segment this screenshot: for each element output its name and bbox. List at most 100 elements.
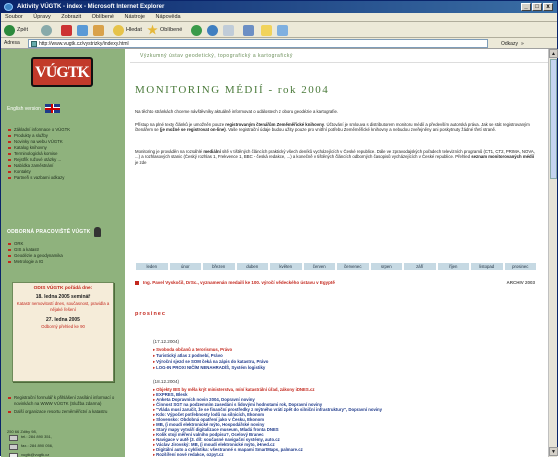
forward-arrow-icon (41, 24, 52, 36)
vertical-scrollbar[interactable]: ▲ ▼ (548, 49, 558, 457)
discuss-icon (277, 24, 288, 36)
main-content: Výzkumný ústav geodetický, topografický … (125, 49, 548, 457)
left-sidebar: VÚGTK English version Základní informace… (1, 49, 125, 457)
print-icon (243, 24, 254, 36)
month-tab[interactable]: červen (302, 262, 336, 271)
month-tab[interactable]: leden (135, 262, 169, 271)
media-icon (191, 24, 202, 36)
intro-paragraph: Na těchto stránkách chceme návštěvníky a… (135, 109, 339, 114)
featured-link[interactable]: Ing. Pavel Vyskočil, DrSc., vyznamenán m… (143, 280, 335, 285)
edit-button[interactable] (261, 24, 274, 36)
nav-item[interactable]: Registrační formulář k přihlášení zasílá… (7, 395, 119, 406)
scroll-down-icon[interactable]: ▼ (549, 447, 558, 456)
media-list-link[interactable]: seznam monitorovaných médií (471, 154, 534, 159)
mail-icon (9, 453, 18, 457)
events-heading: ODIS VÚGTK pořádá dne: (33, 286, 93, 291)
browser-window: Aktivity VÚGTK - index - Microsoft Inter… (0, 0, 558, 457)
phone-row: tel.: 284 890 351, (7, 434, 119, 443)
menu-oblibene[interactable]: Oblíbené (92, 14, 114, 20)
month-tab[interactable]: říjen (436, 262, 470, 271)
month-tabs: leden únor březen duben květen červen če… (135, 262, 537, 271)
nav-item[interactable]: Další organizace resortu zeměměřictví a … (7, 409, 119, 415)
month-tab[interactable]: únor (168, 262, 202, 271)
nav-item[interactable]: Metrologie a IG (7, 259, 119, 265)
event-date: 18. ledna 2005 seminář (35, 294, 91, 300)
menu-zobrazit[interactable]: Zobrazit (61, 14, 81, 20)
refresh-button[interactable] (77, 24, 90, 36)
back-button[interactable]: Zpět (4, 24, 28, 36)
group-date: (17.12.2004) (153, 339, 180, 344)
scroll-thumb[interactable] (550, 59, 557, 179)
address-url: http://www.vugtk.cz/vystrizky/indexy.htm… (39, 41, 129, 47)
menu-nastroje[interactable]: Nástroje (125, 14, 145, 20)
month-tab[interactable]: březen (202, 262, 236, 271)
history-button[interactable] (207, 24, 220, 36)
mail-icon (223, 24, 234, 36)
favorites-button[interactable]: Oblíbené (147, 24, 182, 36)
close-button[interactable]: x (543, 3, 553, 11)
discuss-button[interactable] (277, 24, 290, 36)
history-icon (207, 24, 218, 36)
home-button[interactable] (93, 24, 106, 36)
minimize-button[interactable]: _ (521, 3, 531, 11)
menu-bar: Soubor Úpravy Zobrazit Oblíbené Nástroje… (1, 13, 557, 22)
article-link[interactable]: Svoboda občanů a terorismus, Právo (153, 347, 232, 352)
month-tab[interactable]: červenec (336, 262, 370, 271)
star-icon (147, 24, 158, 35)
mail-button[interactable] (223, 24, 236, 36)
org-header: Výzkumný ústav geodetický, topografický … (130, 49, 548, 63)
article-link[interactable]: Rozšíření nové redakce, ozpyt.cz (153, 452, 223, 457)
home-icon (93, 24, 104, 36)
title-bar: Aktivity VÚGTK - index - Microsoft Inter… (1, 1, 557, 13)
featured-row: Ing. Pavel Vyskočil, DrSc., vyznamenán m… (135, 280, 537, 287)
ie-icon (4, 3, 13, 11)
media-button[interactable] (191, 24, 204, 36)
menu-soubor[interactable]: Soubor (5, 14, 23, 20)
print-button[interactable] (243, 24, 256, 36)
article-link[interactable]: LOG-IN PROXI NIČÍM NENAHRADÍŠ, Systém lo… (153, 365, 265, 370)
month-tab[interactable]: srpen (369, 262, 403, 271)
contact-block: 250 66 Zdiby 98, tel.: 284 890 351, fax.… (7, 429, 119, 457)
email-row[interactable]: vugtk@vugtk.cz (7, 452, 119, 457)
group-date: (18.12.2004) (153, 379, 180, 384)
nav-item[interactable]: Partneři s vazbami odkazy (7, 175, 119, 181)
month-tab[interactable]: květen (269, 262, 303, 271)
menu-napoveda[interactable]: Nápověda (156, 14, 181, 20)
maximize-button[interactable]: □ (532, 3, 542, 11)
fax-row: fax.: 284 890 056, (7, 443, 119, 452)
stop-button[interactable] (61, 24, 74, 36)
org-name: Výzkumný ústav geodetický, topografický … (140, 53, 293, 59)
arrow-icon (135, 281, 139, 285)
address-input[interactable]: http://www.vugtk.cz/vystrizky/indexy.htm… (28, 39, 488, 48)
event-link[interactable]: Odborný přehled ke 90 (13, 324, 113, 330)
article-link[interactable]: Výroční sjezd se SOM čeká na zápis do ka… (153, 359, 268, 364)
archive-link[interactable]: ARCHIV 2003 (506, 280, 535, 285)
events-box: ODIS VÚGTK pořádá dne: 18. ledna 2005 se… (12, 282, 114, 382)
month-tab[interactable]: září (403, 262, 437, 271)
bottom-nav: Registrační formulář k přihlášení zasílá… (7, 395, 119, 415)
edit-icon (261, 24, 272, 36)
month-tab[interactable]: duben (235, 262, 269, 271)
toolbar: Zpět Hledat Oblíbené (1, 22, 557, 38)
month-heading: prosinec (135, 311, 166, 317)
scroll-up-icon[interactable]: ▲ (549, 49, 558, 58)
monitoring-paragraph: Monitoring je prováděn na rozsáhlé mediá… (135, 149, 535, 165)
month-tab[interactable]: prosinec (503, 262, 537, 271)
menu-upravy[interactable]: Úpravy (33, 14, 50, 20)
back-arrow-icon (4, 24, 15, 36)
article-link[interactable]: Turistický atlas z podnebí, Právo (153, 353, 223, 358)
access-paragraph: Přístup na plné texty článků je umožněn … (135, 122, 530, 133)
forward-button[interactable] (41, 24, 54, 36)
event-link[interactable]: Katastr nemovitostí dnes, současnost, pr… (13, 301, 113, 312)
registered-readers-link[interactable]: registrovaným čtenářům Zeměměřické kniho… (225, 122, 324, 127)
phone-icon (9, 435, 18, 441)
search-button[interactable]: Hledat (113, 24, 142, 36)
person-icon (94, 227, 102, 237)
search-icon (113, 24, 124, 36)
vugtk-logo[interactable]: VÚGTK (31, 57, 93, 87)
window-title: Aktivity VÚGTK - index - Microsoft Inter… (17, 4, 165, 10)
month-tab[interactable]: listopad (470, 262, 504, 271)
english-version-link[interactable]: English version (7, 104, 60, 113)
register-online-link[interactable]: (je možné se registrovat on-line) (160, 127, 226, 132)
uk-flag-icon (44, 104, 60, 113)
